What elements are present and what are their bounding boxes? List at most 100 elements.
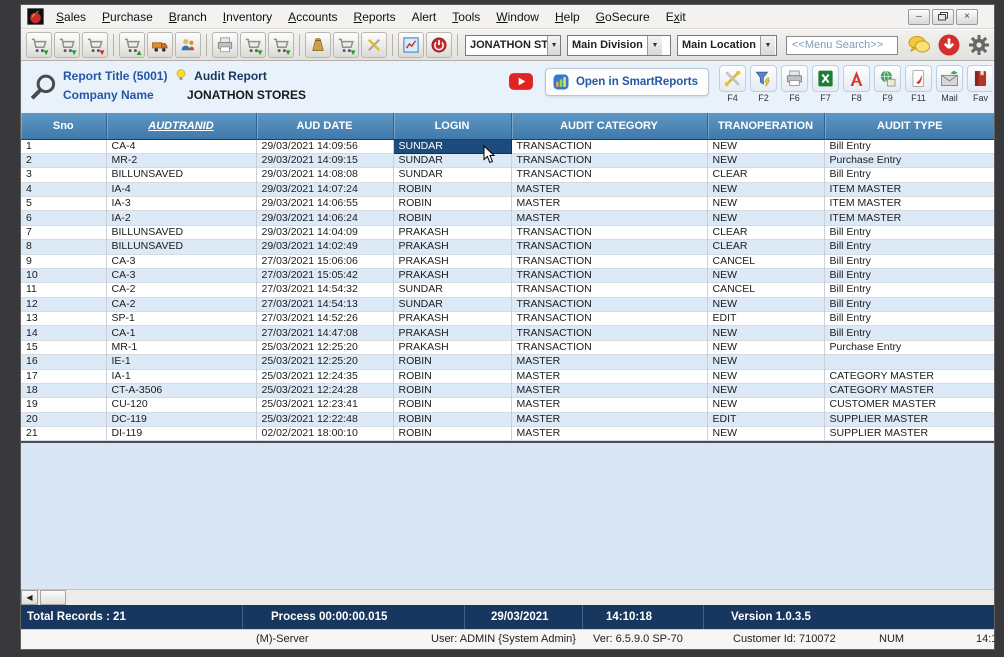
cell-audit-category[interactable]: TRANSACTION <box>511 283 707 297</box>
cell-login[interactable]: ROBIN <box>393 369 511 383</box>
cell-sno[interactable]: 16 <box>21 355 106 369</box>
menu-item-accounts[interactable]: Accounts <box>280 8 345 26</box>
menu-item-alert[interactable]: Alert <box>404 8 445 26</box>
cell-audtranid[interactable]: CA-2 <box>106 297 256 311</box>
menu-item-sales[interactable]: Sales <box>48 8 94 26</box>
cell-audtranid[interactable]: IA-1 <box>106 369 256 383</box>
cell-login[interactable]: PRAKASH <box>393 225 511 239</box>
cell-tranoperation[interactable]: CLEAR <box>707 168 824 182</box>
menu-search-input[interactable] <box>786 36 898 55</box>
cell-aud-date[interactable]: 25/03/2021 12:24:28 <box>256 383 393 397</box>
cell-audit-category[interactable]: MASTER <box>511 369 707 383</box>
horizontal-scrollbar[interactable]: ◀ <box>21 589 994 605</box>
cell-audit-category[interactable]: MASTER <box>511 412 707 426</box>
cell-sno[interactable]: 4 <box>21 182 106 196</box>
cell-sno[interactable]: 8 <box>21 240 106 254</box>
cart-plain-icon[interactable]: ▲ <box>119 32 145 58</box>
menu-item-branch[interactable]: Branch <box>161 8 215 26</box>
cell-audit-type[interactable] <box>824 355 995 369</box>
cell-audit-type[interactable]: Bill Entry <box>824 168 995 182</box>
cell-audit-type[interactable]: Purchase Entry <box>824 340 995 354</box>
mail-action-button[interactable]: Mail <box>935 65 964 103</box>
cell-tranoperation[interactable]: NEW <box>707 297 824 311</box>
column-header-tranoperation[interactable]: TRANOPERATION <box>707 113 824 139</box>
cell-aud-date[interactable]: 02/02/2021 18:00:10 <box>256 427 393 441</box>
cell-tranoperation[interactable]: NEW <box>707 139 824 153</box>
cell-aud-date[interactable]: 27/03/2021 14:47:08 <box>256 326 393 340</box>
scrollbar-thumb[interactable] <box>40 590 66 605</box>
cell-sno[interactable]: 18 <box>21 383 106 397</box>
cell-login[interactable]: PRAKASH <box>393 326 511 340</box>
cell-tranoperation[interactable]: NEW <box>707 427 824 441</box>
cell-audtranid[interactable]: CA-3 <box>106 268 256 282</box>
cell-audit-category[interactable]: TRANSACTION <box>511 326 707 340</box>
cell-login[interactable]: PRAKASH <box>393 340 511 354</box>
cell-tranoperation[interactable]: NEW <box>707 383 824 397</box>
cell-audtranid[interactable]: BILLUNSAVED <box>106 240 256 254</box>
cell-audit-category[interactable]: TRANSACTION <box>511 268 707 282</box>
cell-audit-type[interactable]: Bill Entry <box>824 240 995 254</box>
cell-tranoperation[interactable]: CANCEL <box>707 254 824 268</box>
cell-audit-type[interactable]: Bill Entry <box>824 326 995 340</box>
cell-tranoperation[interactable]: CANCEL <box>707 283 824 297</box>
excel-action-button[interactable]: F7 <box>811 65 840 103</box>
cell-audit-type[interactable]: ITEM MASTER <box>824 197 995 211</box>
cell-audtranid[interactable]: IA-2 <box>106 211 256 225</box>
menu-item-purchase[interactable]: Purchase <box>94 8 161 26</box>
minimize-button[interactable]: – <box>908 9 930 25</box>
scroll-left-arrow-icon[interactable]: ◀ <box>21 590 38 605</box>
column-header-login[interactable]: LOGIN <box>393 113 511 139</box>
cell-sno[interactable]: 6 <box>21 211 106 225</box>
cell-aud-date[interactable]: 25/03/2021 12:25:20 <box>256 340 393 354</box>
cell-audtranid[interactable]: BILLUNSAVED <box>106 168 256 182</box>
cell-login[interactable]: ROBIN <box>393 355 511 369</box>
cell-aud-date[interactable]: 27/03/2021 15:05:42 <box>256 268 393 282</box>
cell-audit-type[interactable]: Bill Entry <box>824 254 995 268</box>
globe-action-button[interactable]: F9 <box>873 65 902 103</box>
doc-action-button[interactable]: F11 <box>904 65 933 103</box>
cell-sno[interactable]: 7 <box>21 225 106 239</box>
company-select[interactable]: JONATHON STO ▼ <box>465 35 561 56</box>
column-header-audit-category[interactable]: AUDIT CATEGORY <box>511 113 707 139</box>
cell-audit-category[interactable]: TRANSACTION <box>511 312 707 326</box>
cell-login[interactable]: ROBIN <box>393 383 511 397</box>
cell-audit-type[interactable]: CATEGORY MASTER <box>824 383 995 397</box>
cell-login[interactable]: PRAKASH <box>393 312 511 326</box>
cell-audit-category[interactable]: MASTER <box>511 355 707 369</box>
printer-icon[interactable] <box>212 32 238 58</box>
cell-audit-category[interactable]: TRANSACTION <box>511 340 707 354</box>
cell-audit-type[interactable]: Purchase Entry <box>824 153 995 167</box>
cell-sno[interactable]: 9 <box>21 254 106 268</box>
cell-audtranid[interactable]: CA-3 <box>106 254 256 268</box>
menu-item-window[interactable]: Window <box>488 8 547 26</box>
cell-sno[interactable]: 12 <box>21 297 106 311</box>
cell-login[interactable]: ROBIN <box>393 398 511 412</box>
chat-bubbles-icon[interactable] <box>907 33 931 57</box>
wrench-icon[interactable] <box>361 32 387 58</box>
cell-audit-type[interactable]: Bill Entry <box>824 312 995 326</box>
cell-tranoperation[interactable]: NEW <box>707 326 824 340</box>
cell-login[interactable]: ROBIN <box>393 412 511 426</box>
cart-green-icon[interactable]: ▼ <box>268 32 294 58</box>
cell-aud-date[interactable]: 29/03/2021 14:02:49 <box>256 240 393 254</box>
cell-audit-category[interactable]: TRANSACTION <box>511 254 707 268</box>
power-icon[interactable] <box>426 32 452 58</box>
cell-aud-date[interactable]: 25/03/2021 12:22:48 <box>256 412 393 426</box>
menu-item-exit[interactable]: Exit <box>658 8 694 26</box>
cell-sno[interactable]: 13 <box>21 312 106 326</box>
pdf-action-button[interactable]: F8 <box>842 65 871 103</box>
cell-audtranid[interactable]: DI-119 <box>106 427 256 441</box>
cell-login[interactable]: ROBIN <box>393 211 511 225</box>
cell-audit-category[interactable]: MASTER <box>511 383 707 397</box>
cell-audit-category[interactable]: TRANSACTION <box>511 168 707 182</box>
cell-aud-date[interactable]: 25/03/2021 12:25:20 <box>256 355 393 369</box>
cell-aud-date[interactable]: 27/03/2021 14:52:26 <box>256 312 393 326</box>
menu-item-tools[interactable]: Tools <box>444 8 488 26</box>
cell-audtranid[interactable]: SP-1 <box>106 312 256 326</box>
printer-action-button[interactable]: F6 <box>780 65 809 103</box>
cell-audit-category[interactable]: TRANSACTION <box>511 153 707 167</box>
menu-item-reports[interactable]: Reports <box>346 8 404 26</box>
cell-audit-category[interactable]: MASTER <box>511 197 707 211</box>
cell-tranoperation[interactable]: NEW <box>707 369 824 383</box>
cell-audtranid[interactable]: CA-1 <box>106 326 256 340</box>
